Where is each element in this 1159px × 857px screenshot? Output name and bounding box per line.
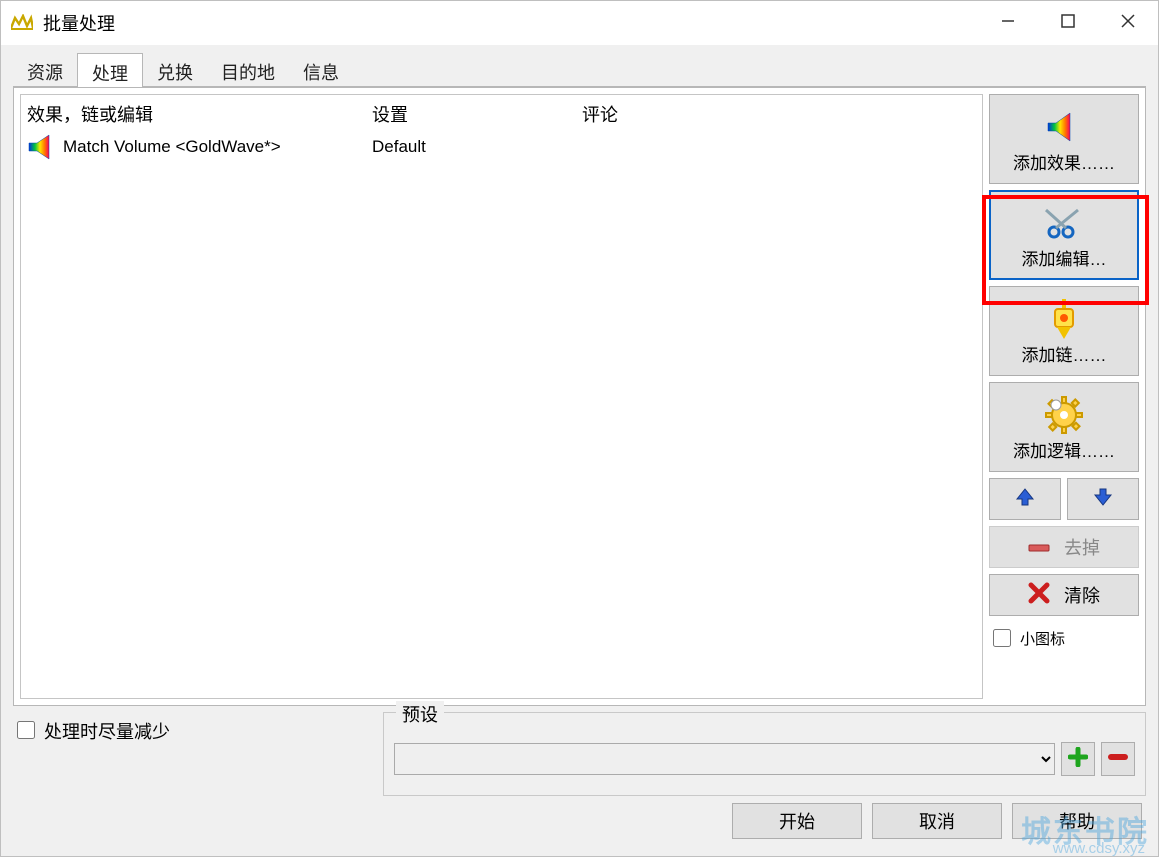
titlebar: 批量处理 <box>1 1 1158 45</box>
add-chain-button[interactable]: 添加链…… <box>989 286 1139 376</box>
arrow-up-icon <box>1014 486 1036 512</box>
tab-info[interactable]: 信息 <box>289 53 353 87</box>
remove-button[interactable]: 去掉 <box>989 526 1139 568</box>
small-icons-checkbox[interactable] <box>993 629 1011 647</box>
add-logic-label: 添加逻辑…… <box>1013 437 1115 462</box>
minus-icon <box>1108 747 1128 771</box>
scissors-icon <box>1044 201 1084 245</box>
preset-legend: 预设 <box>396 701 444 727</box>
minus-icon <box>1028 537 1050 558</box>
bottom-area: 处理时尽量减少 预设 <box>1 706 1158 856</box>
gear-icon <box>1044 393 1084 437</box>
tab-source[interactable]: 资源 <box>13 53 77 87</box>
move-down-button[interactable] <box>1067 478 1139 520</box>
column-setting: 设置 <box>372 101 582 127</box>
window-minimize-button[interactable] <box>978 1 1038 41</box>
tab-destination[interactable]: 目的地 <box>207 53 289 87</box>
help-button[interactable]: 帮助 <box>1012 803 1142 839</box>
preset-select[interactable] <box>394 743 1055 775</box>
window-controls <box>978 1 1158 45</box>
chain-node-icon <box>1047 297 1081 341</box>
speaker-rainbow-icon <box>27 133 63 161</box>
window-maximize-button[interactable] <box>1038 1 1098 41</box>
clear-button[interactable]: 清除 <box>989 574 1139 616</box>
column-comment: 评论 <box>582 101 976 127</box>
add-chain-label: 添加链…… <box>1022 341 1107 366</box>
start-button[interactable]: 开始 <box>732 803 862 839</box>
tab-convert[interactable]: 兑换 <box>143 53 207 87</box>
reduce-while-processing-label: 处理时尽量减少 <box>44 718 170 744</box>
list-header: 效果，链或编辑 设置 评论 <box>21 95 982 129</box>
row-setting: Default <box>372 137 582 157</box>
preset-group: 预设 <box>383 712 1146 796</box>
effect-list[interactable]: 效果，链或编辑 设置 评论 <box>20 94 983 699</box>
add-edit-button[interactable]: 添加编辑… <box>989 190 1139 280</box>
preset-add-button[interactable] <box>1061 742 1095 776</box>
window-close-button[interactable] <box>1098 1 1158 41</box>
list-row[interactable]: Match Volume <GoldWave*> Default <box>21 129 982 165</box>
add-logic-button[interactable]: 添加逻辑…… <box>989 382 1139 472</box>
add-edit-label: 添加编辑… <box>1022 245 1107 270</box>
add-effect-button[interactable]: 添加效果…… <box>989 94 1139 184</box>
process-panel: 效果，链或编辑 设置 评论 <box>13 87 1146 706</box>
cancel-button[interactable]: 取消 <box>872 803 1002 839</box>
column-effect: 效果，链或编辑 <box>27 101 372 127</box>
reduce-while-processing-checkbox[interactable] <box>17 721 35 739</box>
app-icon <box>11 14 33 32</box>
remove-label: 去掉 <box>1064 534 1100 560</box>
add-effect-label: 添加效果…… <box>1013 149 1115 174</box>
tabstrip: 资源 处理 兑换 目的地 信息 <box>13 53 1146 87</box>
clear-label: 清除 <box>1064 582 1100 608</box>
arrow-down-icon <box>1092 486 1114 512</box>
move-up-button[interactable] <box>989 478 1061 520</box>
tab-process[interactable]: 处理 <box>77 53 143 87</box>
speaker-rainbow-icon <box>1044 105 1084 149</box>
row-name: Match Volume <GoldWave*> <box>63 137 372 157</box>
x-icon <box>1028 582 1050 609</box>
sidebar: 添加效果…… 添加编辑… <box>989 94 1139 699</box>
preset-remove-button[interactable] <box>1101 742 1135 776</box>
small-icons-label: 小图标 <box>1020 628 1065 649</box>
window-title: 批量处理 <box>43 10 978 36</box>
plus-icon <box>1068 747 1088 771</box>
